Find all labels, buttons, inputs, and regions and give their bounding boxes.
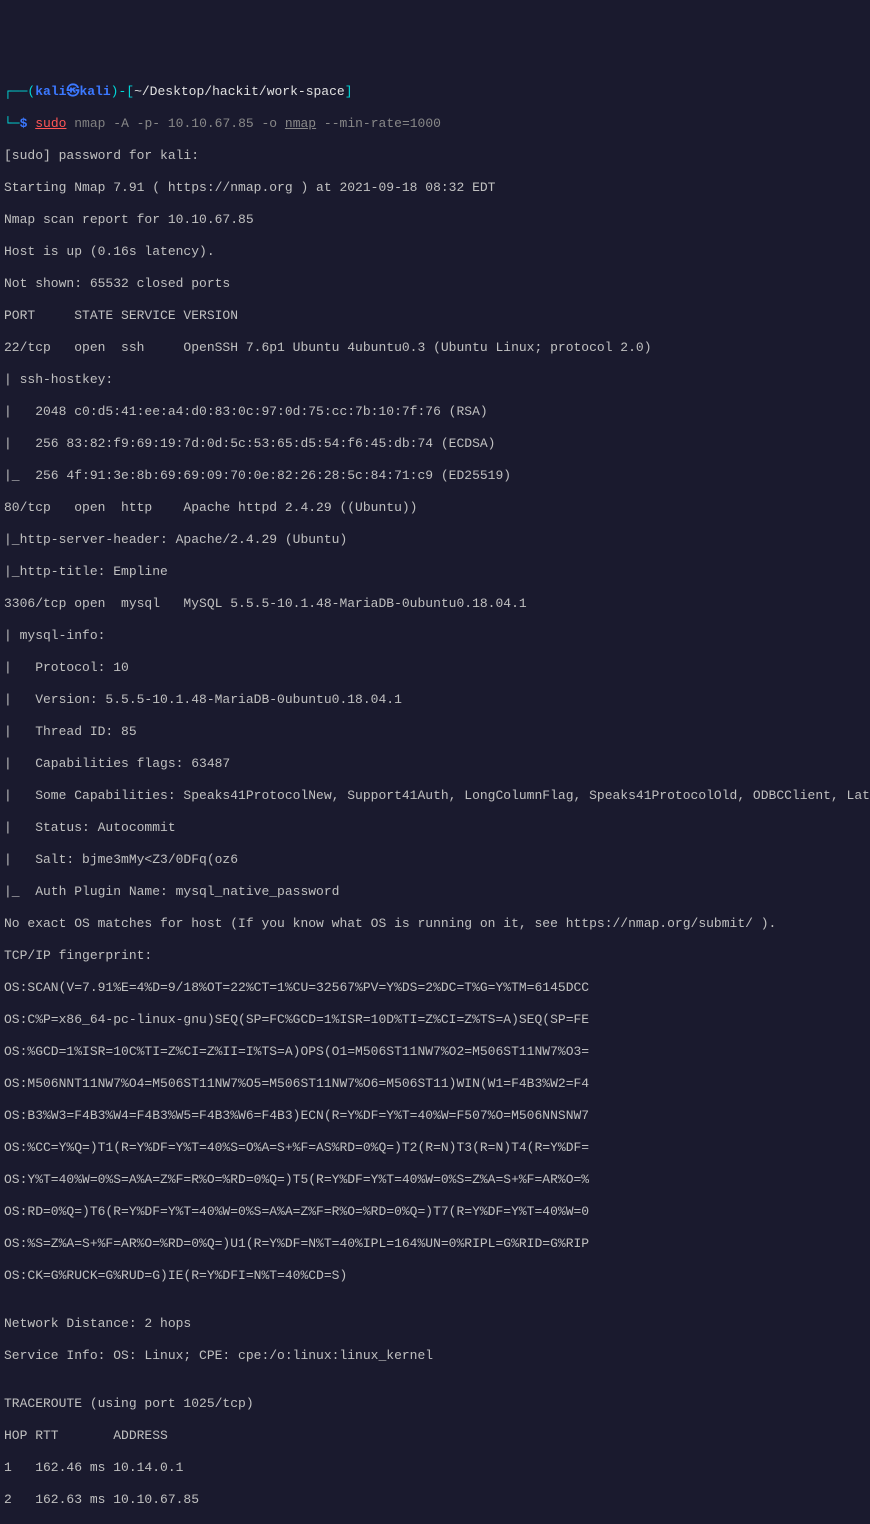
output-line: 1 162.46 ms 10.14.0.1 [4,1460,866,1476]
output-line: 3306/tcp open mysql MySQL 5.5.5-10.1.48-… [4,596,866,612]
output-line: |_ Auth Plugin Name: mysql_native_passwo… [4,884,866,900]
output-line: Host is up (0.16s latency). [4,244,866,260]
output-line: OS:B3%W3=F4B3%W4=F4B3%W5=F4B3%W6=F4B3)EC… [4,1108,866,1124]
output-line: OS:RD=0%Q=)T6(R=Y%DF=Y%T=40%W=0%S=A%A=Z%… [4,1204,866,1220]
output-line: | Version: 5.5.5-10.1.48-MariaDB-0ubuntu… [4,692,866,708]
output-line: OS:C%P=x86_64-pc-linux-gnu)SEQ(SP=FC%GCD… [4,1012,866,1028]
output-line: |_http-server-header: Apache/2.4.29 (Ubu… [4,532,866,548]
prompt-at: ㉿ [66,84,79,99]
output-line: OS:SCAN(V=7.91%E=4%D=9/18%OT=22%CT=1%CU=… [4,980,866,996]
prompt-user: kali [35,84,66,99]
output-line: Network Distance: 2 hops [4,1316,866,1332]
output-line: Service Info: OS: Linux; CPE: cpe:/o:lin… [4,1348,866,1364]
output-line: | Capabilities flags: 63487 [4,756,866,772]
output-line: OS:%S=Z%A=S+%F=AR%O=%RD=0%Q=)U1(R=Y%DF=N… [4,1236,866,1252]
output-line: Nmap scan report for 10.10.67.85 [4,212,866,228]
prompt-line-1: ┌──(kali㉿kali)-[~/Desktop/hackit/work-sp… [4,84,866,100]
terminal[interactable]: ┌──(kali㉿kali)-[~/Desktop/hackit/work-sp… [4,68,866,1524]
output-line: | mysql-info: [4,628,866,644]
output-line: OS:M506NNT11NW7%O4=M506ST11NW7%O5=M506ST… [4,1076,866,1092]
output-line: | ssh-hostkey: [4,372,866,388]
output-line: TCP/IP fingerprint: [4,948,866,964]
prompt-path: ~/Desktop/hackit/work-space [134,84,345,99]
nmap-args-2: --min-rate=1000 [316,116,441,131]
output-line: 22/tcp open ssh OpenSSH 7.6p1 Ubuntu 4ub… [4,340,866,356]
prompt-line-2: └─$ sudo nmap -A -p- 10.10.67.85 -o nmap… [4,116,866,132]
output-line: | Thread ID: 85 [4,724,866,740]
nmap-args-1: -A -p- 10.10.67.85 -o [105,116,284,131]
output-line: Not shown: 65532 closed ports [4,276,866,292]
prompt-end-bracket: ] [345,84,353,99]
output-line: Starting Nmap 7.91 ( https://nmap.org ) … [4,180,866,196]
output-line: | 2048 c0:d5:41:ee:a4:d0:83:0c:97:0d:75:… [4,404,866,420]
output-line: OS:%GCD=1%ISR=10C%TI=Z%CI=Z%II=I%TS=A)OP… [4,1044,866,1060]
output-line: | Some Capabilities: Speaks41ProtocolNew… [4,788,866,804]
output-line: 80/tcp open http Apache httpd 2.4.29 ((U… [4,500,866,516]
prompt-host: kali [79,84,110,99]
output-line: |_ 256 4f:91:3e:8b:69:69:09:70:0e:82:26:… [4,468,866,484]
nmap-output-file: nmap [285,116,316,131]
sudo-cmd: sudo [35,116,66,131]
output-line: TRACEROUTE (using port 1025/tcp) [4,1396,866,1412]
output-line: 2 162.63 ms 10.10.67.85 [4,1492,866,1508]
output-line: OS:CK=G%RUCK=G%RUD=G)IE(R=Y%DFI=N%T=40%C… [4,1268,866,1284]
nmap-cmd: nmap [66,116,105,131]
output-line: HOP RTT ADDRESS [4,1428,866,1444]
output-line: | Salt: bjme3mMy<Z3/0DFq(oz6 [4,852,866,868]
output-line: | Protocol: 10 [4,660,866,676]
output-line: PORT STATE SERVICE VERSION [4,308,866,324]
output-line: |_http-title: Empline [4,564,866,580]
prompt-prefix: └─ [4,116,20,131]
prompt-bracket-open: ┌──( [4,84,35,99]
prompt-bracket-close: )-[ [111,84,134,99]
output-line: No exact OS matches for host (If you kno… [4,916,866,932]
output-line: [sudo] password for kali: [4,148,866,164]
output-line: OS:%CC=Y%Q=)T1(R=Y%DF=Y%T=40%S=O%A=S+%F=… [4,1140,866,1156]
output-line: | Status: Autocommit [4,820,866,836]
output-line: | 256 83:82:f9:69:19:7d:0d:5c:53:65:d5:5… [4,436,866,452]
output-line: OS:Y%T=40%W=0%S=A%A=Z%F=R%O=%RD=0%Q=)T5(… [4,1172,866,1188]
